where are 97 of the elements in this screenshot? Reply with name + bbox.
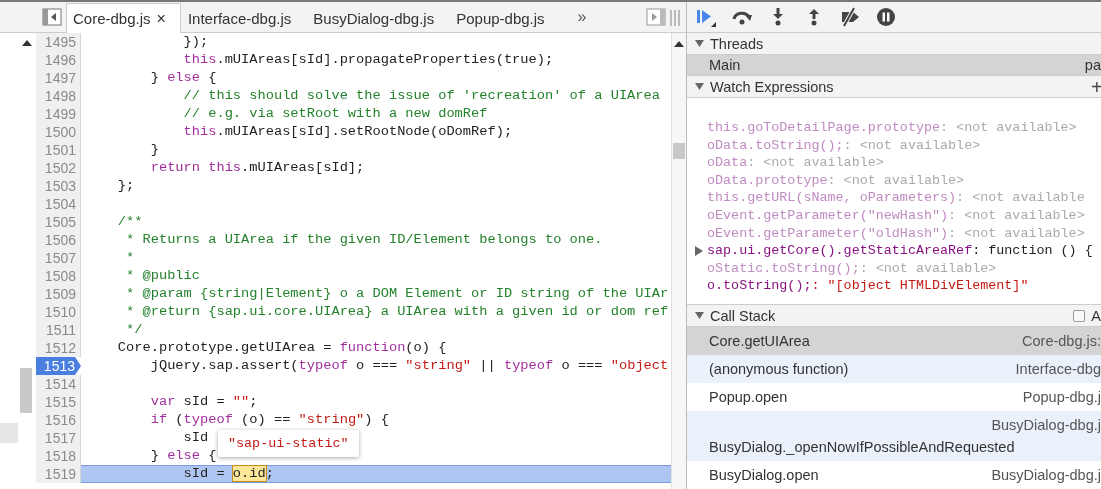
- call-frame[interactable]: BusyDialog.open BusyDialog-dbg.j: [687, 461, 1101, 489]
- collapse-triangle-icon[interactable]: [695, 311, 704, 320]
- call-frame[interactable]: BusyDialog-dbg.j BusyDialog._openNowIfPossibleAndRequested: [687, 411, 1101, 461]
- overflow-button[interactable]: »: [577, 8, 587, 26]
- breakpoints-off-icon[interactable]: [839, 7, 861, 27]
- line-number: 1502: [36, 159, 81, 177]
- line-number: 1499: [36, 105, 81, 123]
- code-line: jQuery.sap.assert(typeof o === "string" || typeof o === "object: [149, 358, 669, 373]
- line-number: 1510: [36, 303, 81, 321]
- source-location[interactable]: Core-dbg.js:: [1022, 330, 1101, 352]
- drag-handle-icon[interactable]: [670, 10, 680, 26]
- file-tab[interactable]: BusyDialog-dbg.js: [306, 3, 450, 32]
- panel-toggle-icon[interactable]: [646, 8, 666, 26]
- file-tab[interactable]: Core-dbg.js ×: [66, 3, 181, 33]
- section-title: Watch Expressions: [710, 78, 834, 95]
- code-line: var sId = "";: [149, 394, 258, 409]
- line-number: 1496: [36, 51, 81, 69]
- watch-expression[interactable]: o.toString();: "[object HTMLDivElement]": [695, 277, 1101, 295]
- code-line: * @return {sap.ui.core.UIArea} a UIArea with a given id or dom ref: [125, 304, 669, 319]
- code-line: // e.g. via setRoot with a new domRef: [182, 106, 488, 121]
- line-number: 1497: [36, 69, 81, 87]
- line-number: 1514: [36, 375, 81, 393]
- panel-background: [0, 423, 18, 443]
- code-line: this.mUIAreas[sId].setRootNode(oDomRef);: [182, 124, 513, 139]
- line-number: 1495: [36, 33, 81, 51]
- close-button[interactable]: ×: [156, 9, 166, 28]
- line-number: 1512: [36, 339, 81, 357]
- collapse-triangle-icon[interactable]: [695, 82, 704, 92]
- checkbox[interactable]: [1073, 309, 1086, 322]
- code-line: * Returns a UIArea if the given ID/Element belongs to one.: [125, 232, 603, 247]
- line-number: 1516: [36, 411, 81, 429]
- code-line: *: [125, 250, 135, 265]
- code-line: * @param {string|Element} o a DOM Element or ID string of the UIAr: [125, 286, 669, 301]
- line-number: 1508: [36, 267, 81, 285]
- line-number: 1519: [36, 465, 81, 483]
- code-line: * @public: [125, 268, 200, 283]
- code-line: }: [149, 142, 159, 157]
- line-number: 1505: [36, 213, 81, 231]
- code-line: };: [116, 178, 135, 193]
- file-tab[interactable]: Popup-dbg.js: [449, 3, 560, 32]
- watch-expression[interactable]: sap.ui.getCore().getStaticAreaRef: function () {: [695, 242, 1101, 260]
- source-location[interactable]: Popup-dbg.j: [1022, 386, 1101, 408]
- function-name: BusyDialog._openNowIfPossibleAndRequested: [709, 438, 1015, 457]
- scroll-up-icon[interactable]: [674, 41, 684, 47]
- source-location[interactable]: Interface-dbg: [1015, 358, 1101, 380]
- line-number: 1504: [36, 195, 81, 213]
- section-header[interactable]: Threads: [687, 33, 1101, 55]
- file-tab[interactable]: Interface-dbg.js: [180, 3, 307, 32]
- code-line: return this.mUIAreas[sId];: [149, 160, 365, 175]
- collapse-triangle-icon[interactable]: [695, 39, 704, 48]
- thread-row[interactable]: Main pa: [687, 55, 1101, 76]
- section-title: Call Stack: [710, 307, 776, 324]
- scroll-up-icon[interactable]: [22, 40, 32, 46]
- add-button[interactable]: +: [1091, 76, 1101, 97]
- line-number: 1517: [36, 429, 81, 447]
- section-title: Threads: [710, 35, 764, 52]
- line-number: 1506: [36, 231, 81, 249]
- scrollbar-thumb[interactable]: [20, 368, 32, 413]
- source-location[interactable]: BusyDialog-dbg.j: [991, 414, 1101, 436]
- code-line: });: [182, 34, 209, 49]
- function-name: BusyDialog.open: [709, 466, 819, 485]
- function-name: Popup.open: [709, 388, 788, 407]
- source-location[interactable]: BusyDialog-dbg.j: [991, 464, 1101, 486]
- call-frame[interactable]: Popup.open Popup-dbg.j: [687, 383, 1101, 411]
- code-line: sId: [182, 430, 209, 445]
- line-number: 1518: [36, 447, 81, 465]
- expand-triangle-icon[interactable]: [695, 246, 703, 256]
- code-line: } else {: [149, 448, 217, 463]
- code-line: if (typeof (o) == "string") {: [149, 412, 389, 427]
- line-number: 1511: [36, 321, 81, 339]
- code-line: */: [125, 322, 143, 337]
- section-header[interactable]: Watch Expressions +: [687, 75, 1101, 99]
- code-line: // this should solve the issue of 'recreation' of a UIArea: [182, 88, 660, 103]
- checkbox-label: A: [1091, 307, 1101, 324]
- scrollbar-thumb[interactable]: [673, 143, 685, 159]
- breakpoint-marker[interactable]: 1513: [36, 357, 81, 375]
- line-number: 1507: [36, 249, 81, 267]
- line-number: 1503: [36, 177, 81, 195]
- code-line: Core.prototype.getUIArea = function(o) {: [116, 340, 447, 355]
- call-frame[interactable]: Core.getUIArea Core-dbg.js:: [687, 327, 1101, 355]
- line-number: 1509: [36, 285, 81, 303]
- pause-icon[interactable]: [875, 7, 897, 27]
- resume-icon[interactable]: [695, 7, 717, 27]
- code-line: this.mUIAreas[sId].propagateProperties(true);: [182, 52, 554, 67]
- line-number: 1498: [36, 87, 81, 105]
- line-number: 1500: [36, 123, 81, 141]
- section-header[interactable]: Call Stack A: [687, 304, 1101, 327]
- function-name: (anonymous function): [709, 360, 849, 379]
- value-tooltip: "sap-ui-static": [218, 430, 359, 457]
- code-line: sId = o.id;: [182, 466, 274, 481]
- sidebar-toggle-icon[interactable]: [42, 8, 62, 26]
- code-line: /**: [116, 214, 143, 229]
- call-frame[interactable]: (anonymous function) Interface-dbg: [687, 355, 1101, 383]
- line-number: 1515: [36, 393, 81, 411]
- line-number: 1501: [36, 141, 81, 159]
- code-line: } else {: [149, 70, 217, 85]
- function-name: Core.getUIArea: [709, 332, 810, 351]
